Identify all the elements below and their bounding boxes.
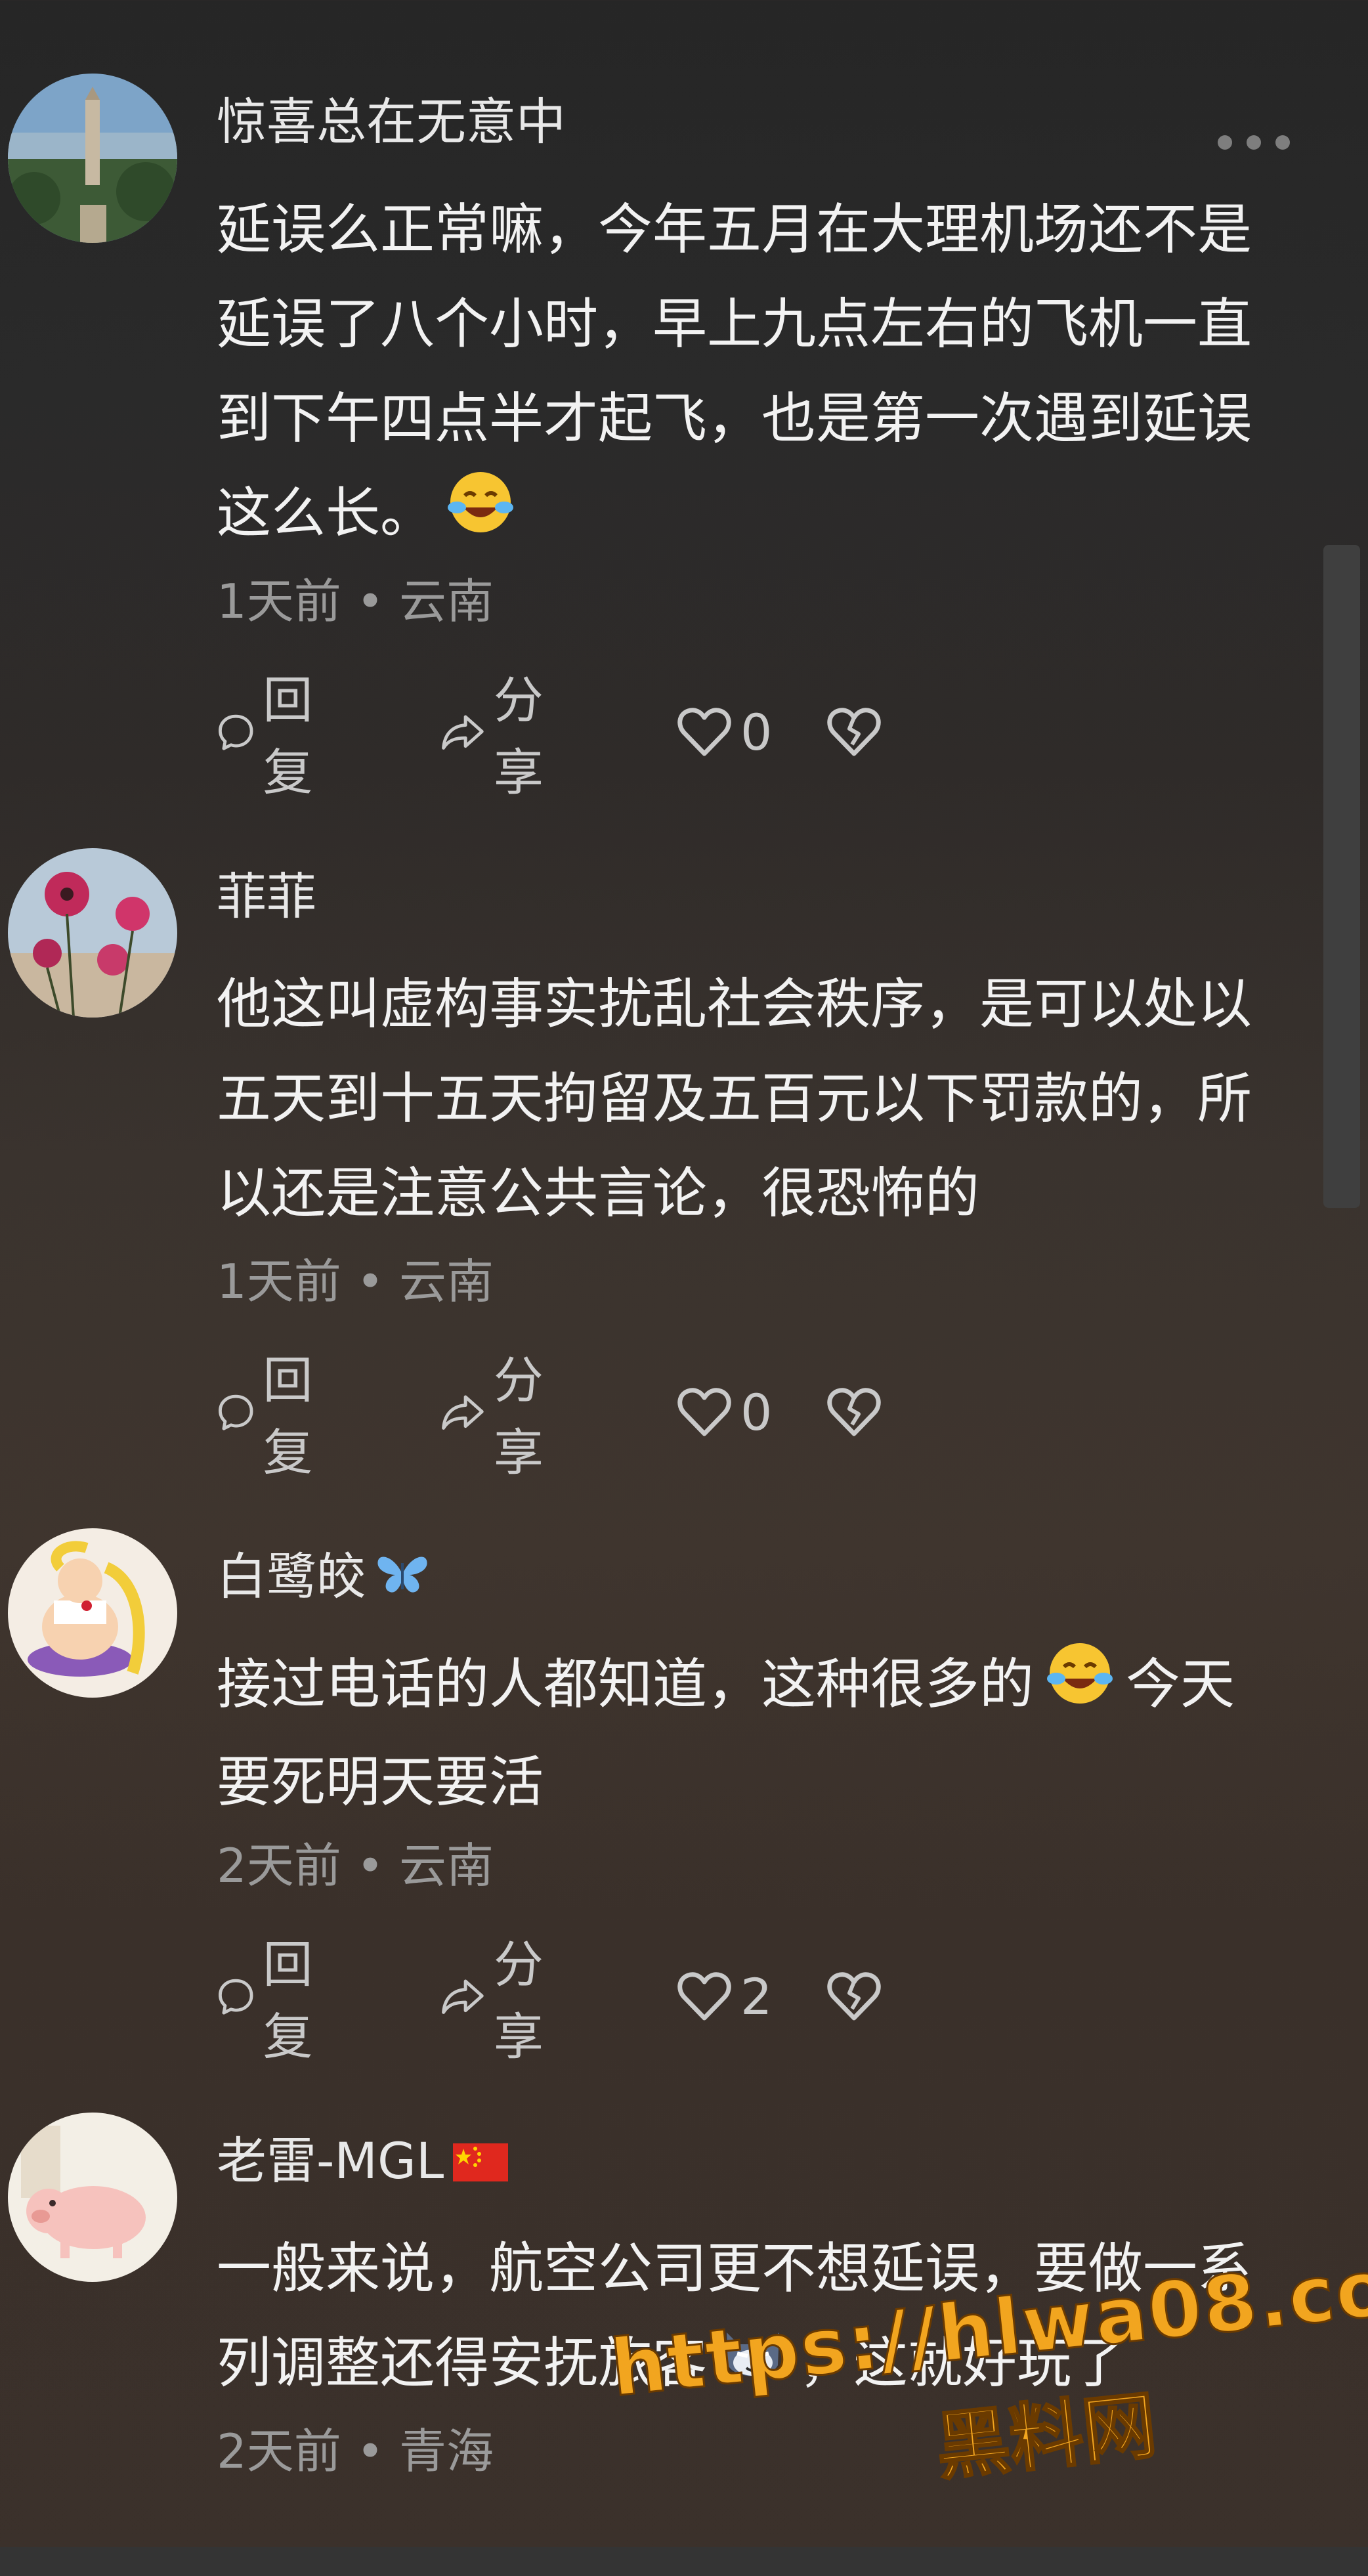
comment-line: 到下午四点半才起飞，也是第一次遇到延误 (217, 387, 1252, 450)
comment-line: 以还是注意公共言论，很恐怖的 (217, 1161, 979, 1225)
next-comment-actions-partial (0, 2547, 1368, 2576)
dislike-button[interactable] (826, 696, 882, 768)
broken-heart-icon (827, 708, 881, 756)
comment-line: 五天到十五天拘留及五百元以下罚款的，所 (217, 1067, 1252, 1130)
reply-button[interactable]: 回复 (217, 1351, 331, 1482)
comment-line: 一般来说，航空公司更不想延误，要做一系 (217, 2237, 1252, 2300)
comment-line: 列调整还得安抚旅客 ，这就好玩了 (217, 2316, 1293, 2414)
comment-text: 一般来说，航空公司更不想延误，要做一系 列调整还得安抚旅客 ，这就好玩了 (217, 2222, 1293, 2414)
china-flag-icon (453, 2132, 509, 2197)
share-arrow-icon (442, 1979, 484, 2014)
comment-meta: 2天前 • 云南 (217, 1838, 494, 1893)
like-count: 0 (740, 702, 773, 762)
share-button[interactable]: 分享 (440, 671, 563, 802)
comment-line: 延误么正常嘛，今年五月在大理机场还不是 (217, 198, 1252, 261)
share-button[interactable]: 分享 (440, 1351, 563, 1482)
avatar[interactable] (8, 2113, 177, 2282)
dislike-button[interactable] (826, 1376, 882, 1448)
like-button[interactable]: 0 (676, 696, 772, 768)
butterfly-icon (375, 1547, 429, 1613)
comment-line: 延误了八个小时，早上九点左右的飞机一直 (217, 292, 1252, 356)
dislike-button[interactable] (826, 1960, 882, 2032)
heart-icon (677, 1388, 731, 1436)
comment-bubble-icon (219, 714, 253, 750)
comment-meta: 1天前 • 云南 (217, 574, 494, 629)
heart-icon (677, 708, 731, 756)
comment-line: 接过电话的人都知道，这种很多的 今天 (217, 1637, 1293, 1735)
laughing-crying-emoji-icon (445, 469, 516, 564)
avatar[interactable] (8, 74, 177, 243)
heart-icon (677, 1972, 731, 2021)
like-button[interactable]: 0 (676, 1376, 772, 1448)
comment-bubble-icon (219, 1979, 253, 2015)
more-options-icon[interactable] (1218, 133, 1290, 152)
like-button[interactable]: 2 (676, 1960, 772, 2032)
comment-meta: 1天前 • 云南 (217, 1254, 494, 1309)
reply-button[interactable]: 回复 (217, 671, 331, 802)
share-arrow-icon (442, 715, 484, 750)
comment-bubble-icon (219, 1394, 253, 1430)
broken-heart-icon (827, 1972, 881, 2021)
like-count: 2 (740, 1967, 773, 2026)
laughing-crying-emoji-icon (1044, 1641, 1115, 1735)
broken-heart-icon (827, 1388, 881, 1436)
comment-text: 他这叫虚构事实扰乱社会秩序，是可以处以 五天到十五天拘留及五百元以下罚款的，所 … (217, 957, 1293, 1241)
reply-button[interactable]: 回复 (217, 1935, 331, 2066)
username[interactable]: 老雷-MGL (217, 2128, 509, 2197)
like-count: 0 (740, 1383, 773, 1442)
comment-line: 要死明天要活 (217, 1750, 544, 1814)
avatar[interactable] (8, 848, 177, 1018)
comment-line: 他这叫虚构事实扰乱社会秩序，是可以处以 (217, 972, 1252, 1036)
scrollbar[interactable] (1323, 545, 1360, 1208)
comment-meta: 2天前 • 青海 (217, 2424, 494, 2479)
comment-text: 延误么正常嘛，今年五月在大理机场还不是 延误了八个小时，早上九点左右的飞机一直 … (217, 182, 1293, 564)
avatar[interactable] (8, 1528, 177, 1698)
username[interactable]: 菲菲 (217, 864, 316, 930)
comment-text: 接过电话的人都知道，这种很多的 今天 要死明天要活 (217, 1637, 1293, 1830)
share-arrow-icon (442, 1395, 484, 1430)
username[interactable]: 惊喜总在无意中 (217, 89, 566, 155)
share-button[interactable]: 分享 (440, 1935, 563, 2066)
comment-line: 这么长。 (217, 466, 1293, 564)
sly-cat-emoji-icon (717, 2319, 788, 2414)
username[interactable]: 白鹭皎 (217, 1544, 429, 1613)
